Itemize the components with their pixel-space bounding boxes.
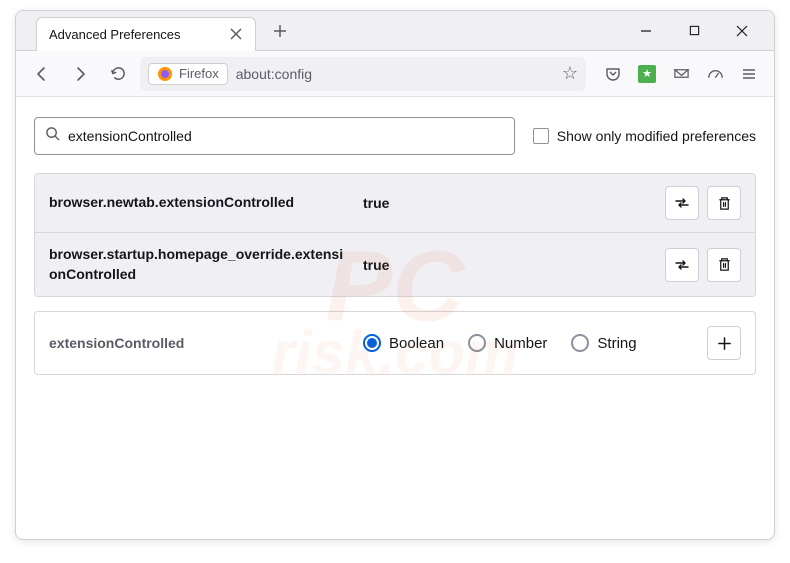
radio-string[interactable]: String <box>571 334 636 352</box>
radio-icon <box>571 334 589 352</box>
radio-number[interactable]: Number <box>468 334 547 352</box>
pref-value: true <box>363 257 651 273</box>
toggle-button[interactable] <box>665 186 699 220</box>
titlebar: Advanced Preferences <box>16 11 774 51</box>
prefs-table: browser.newtab.extensionControlled true … <box>34 173 756 297</box>
toolbar-extensions: ★ <box>598 59 764 89</box>
show-modified-checkbox[interactable]: Show only modified preferences <box>533 128 756 144</box>
toggle-button[interactable] <box>665 248 699 282</box>
search-box[interactable] <box>34 117 515 155</box>
pref-row: browser.startup.homepage_override.extens… <box>35 233 755 296</box>
firefox-logo-icon <box>157 66 173 82</box>
bookmark-star-icon[interactable]: ☆ <box>562 63 578 84</box>
window-controls <box>632 17 774 45</box>
pref-row: browser.newtab.extensionControlled true <box>35 174 755 233</box>
pref-value: true <box>363 195 651 211</box>
type-radio-group: Boolean Number String <box>363 334 693 352</box>
forward-button[interactable] <box>64 58 96 90</box>
menu-button[interactable] <box>734 59 764 89</box>
delete-button[interactable] <box>707 186 741 220</box>
mail-icon[interactable] <box>666 59 696 89</box>
about-config-content: Show only modified preferences browser.n… <box>16 97 774 395</box>
new-tab-button[interactable] <box>266 17 294 45</box>
radio-boolean[interactable]: Boolean <box>363 334 444 352</box>
extension-green-icon[interactable]: ★ <box>632 59 662 89</box>
radio-icon <box>363 334 381 352</box>
radio-label: Number <box>494 335 547 352</box>
url-bar[interactable]: Firefox ☆ <box>140 57 586 91</box>
radio-icon <box>468 334 486 352</box>
pref-name: browser.startup.homepage_override.extens… <box>49 245 349 284</box>
tab-title: Advanced Preferences <box>49 27 219 42</box>
delete-button[interactable] <box>707 248 741 282</box>
search-input[interactable] <box>68 128 504 144</box>
dashboard-icon[interactable] <box>700 59 730 89</box>
close-window-button[interactable] <box>728 17 756 45</box>
browser-tab[interactable]: Advanced Preferences <box>36 17 256 51</box>
pref-actions <box>665 248 741 282</box>
search-icon <box>45 126 60 146</box>
search-row: Show only modified preferences <box>34 117 756 155</box>
checkbox-label-text: Show only modified preferences <box>557 128 756 144</box>
checkbox-icon <box>533 128 549 144</box>
radio-label: String <box>597 335 636 352</box>
minimize-button[interactable] <box>632 17 660 45</box>
identity-box[interactable]: Firefox <box>148 63 228 85</box>
add-button[interactable] <box>707 326 741 360</box>
toolbar: Firefox ☆ ★ <box>16 51 774 97</box>
identity-label: Firefox <box>179 66 219 81</box>
close-tab-icon[interactable] <box>229 27 243 41</box>
browser-window: Advanced Preferences Firefox <box>15 10 775 540</box>
pocket-icon[interactable] <box>598 59 628 89</box>
back-button[interactable] <box>26 58 58 90</box>
radio-label: Boolean <box>389 335 444 352</box>
pref-actions <box>665 186 741 220</box>
url-input[interactable] <box>236 66 554 82</box>
new-pref-row: extensionControlled Boolean Number Strin… <box>34 311 756 375</box>
new-pref-name: extensionControlled <box>49 335 349 351</box>
pref-name: browser.newtab.extensionControlled <box>49 193 349 213</box>
maximize-button[interactable] <box>680 17 708 45</box>
reload-button[interactable] <box>102 58 134 90</box>
